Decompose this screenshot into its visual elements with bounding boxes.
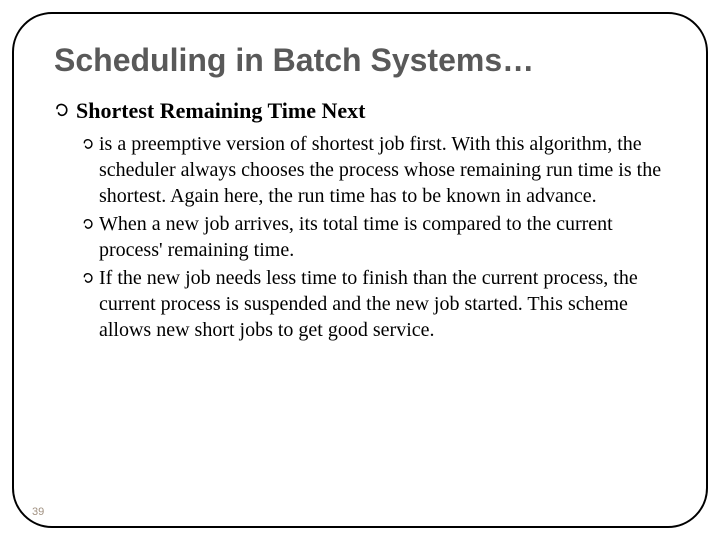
bullet-curl-icon — [82, 217, 96, 236]
slide-number: 39 — [32, 506, 44, 518]
list-item-text: If the new job needs less time to finish… — [99, 265, 666, 343]
bullet-curl-icon — [54, 101, 72, 124]
bullet-curl-icon — [82, 271, 96, 290]
list-item: is a preemptive version of shortest job … — [82, 131, 666, 209]
slide-frame: Scheduling in Batch Systems… Shortest Re… — [12, 12, 708, 528]
slide-title: Scheduling in Batch Systems… — [54, 42, 666, 79]
subheading-text: Shortest Remaining Time Next — [76, 97, 365, 125]
bullet-curl-icon — [82, 137, 96, 156]
list-item: When a new job arrives, its total time i… — [82, 211, 666, 263]
list-item: If the new job needs less time to finish… — [82, 265, 666, 343]
list-item-text: When a new job arrives, its total time i… — [99, 211, 666, 263]
subheading-row: Shortest Remaining Time Next — [54, 97, 666, 125]
body-list: is a preemptive version of shortest job … — [54, 131, 666, 343]
list-item-text: is a preemptive version of shortest job … — [99, 131, 666, 209]
